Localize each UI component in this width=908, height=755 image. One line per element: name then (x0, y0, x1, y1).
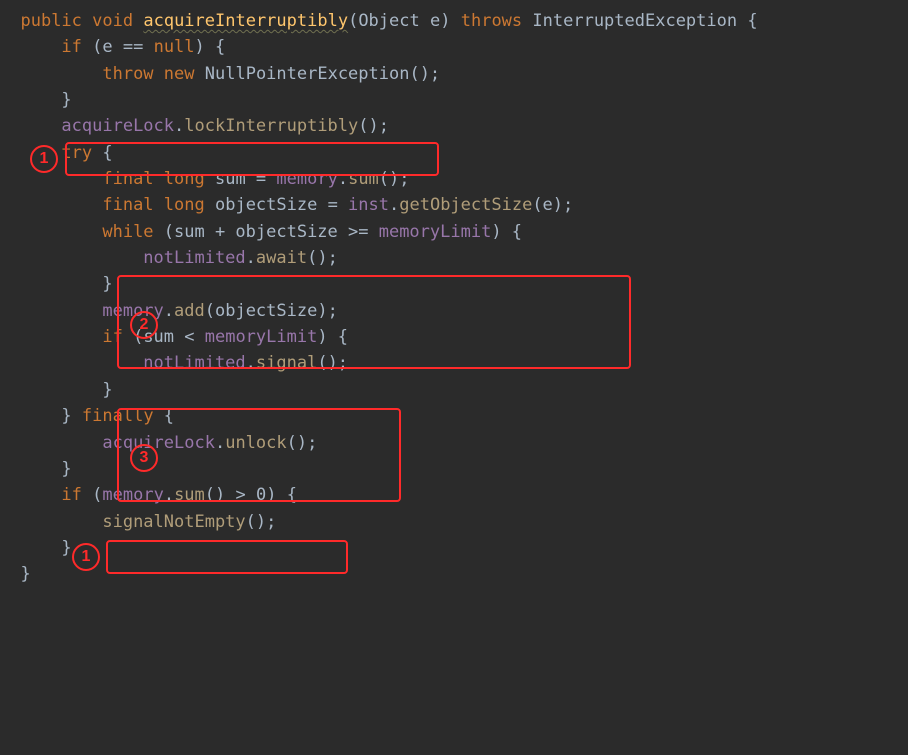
dot: . (174, 116, 184, 136)
npe: NullPointerException(); (205, 64, 440, 84)
field-notlimited: notLimited (143, 353, 245, 373)
kw-if: if (61, 485, 81, 505)
call-getobjectsize: getObjectSize (399, 195, 532, 215)
lbrace: { (154, 406, 174, 426)
kw-long: long (164, 195, 205, 215)
open: ( (82, 485, 102, 505)
field-inst: inst (348, 195, 389, 215)
kw-if: if (102, 327, 122, 347)
rbrace: } (102, 380, 112, 400)
kw-new: new (164, 64, 195, 84)
call-await: await (256, 248, 307, 268)
param-type: Object (358, 11, 419, 31)
call-lockinterruptibly: lockInterruptibly (184, 116, 358, 136)
exc-type: InterruptedException (532, 11, 737, 31)
close: ) { (317, 327, 348, 347)
mid: () > (205, 485, 256, 505)
rbrace: } (20, 564, 30, 584)
kw-while: while (102, 222, 153, 242)
end: (); (358, 116, 389, 136)
kw-long: long (164, 169, 205, 189)
end: (); (246, 512, 277, 532)
call-unlock: unlock (225, 433, 286, 453)
kw-throws: throws (461, 11, 522, 31)
rbrace: } (61, 459, 71, 479)
field-memory: memory (276, 169, 337, 189)
kw-try: try (61, 143, 92, 163)
end: (objectSize); (205, 301, 338, 321)
field-memorylimit: memoryLimit (205, 327, 318, 347)
dot: . (215, 433, 225, 453)
dot: . (389, 195, 399, 215)
rbrace: } (61, 90, 71, 110)
code-editor[interactable]: public void acquireInterruptibly(Object … (0, 0, 908, 588)
field-acquirelock: acquireLock (61, 116, 174, 136)
kw-null: null (154, 37, 195, 57)
call-add: add (174, 301, 205, 321)
var: sum = (205, 169, 277, 189)
kw-finally: finally (82, 406, 154, 426)
dot: . (164, 485, 174, 505)
kw-final: final (102, 195, 153, 215)
field-memory: memory (102, 485, 163, 505)
call-sum: sum (348, 169, 379, 189)
rbrace: } (61, 538, 71, 558)
rparen: ) (440, 11, 450, 31)
param-name: e (430, 11, 440, 31)
field-memory: memory (102, 301, 163, 321)
dot: . (338, 169, 348, 189)
kw-final: final (102, 169, 153, 189)
field-acquirelock: acquireLock (102, 433, 215, 453)
var: objectSize = (205, 195, 348, 215)
dot: . (246, 248, 256, 268)
kw-if: if (61, 37, 81, 57)
kw-public: public (20, 11, 81, 31)
close: ) { (266, 485, 297, 505)
kw-throw: throw (102, 64, 153, 84)
field-notlimited: notLimited (143, 248, 245, 268)
cond-close: ) { (195, 37, 226, 57)
end: (); (287, 433, 318, 453)
field-memorylimit: memoryLimit (379, 222, 492, 242)
call-sum: sum (174, 485, 205, 505)
call-signal: signal (256, 353, 317, 373)
open: (sum < (123, 327, 205, 347)
lbrace: { (747, 11, 757, 31)
lparen: ( (348, 11, 358, 31)
rbrace: } (102, 274, 112, 294)
end: (e); (532, 195, 573, 215)
call-signalnotempty: signalNotEmpty (102, 512, 245, 532)
method-name: acquireInterruptibly (143, 11, 348, 31)
close-try: } (61, 406, 81, 426)
dot: . (164, 301, 174, 321)
lbrace: { (92, 143, 112, 163)
cond: (e == (92, 37, 153, 57)
end: (); (317, 353, 348, 373)
close: ) { (491, 222, 522, 242)
end: (); (379, 169, 410, 189)
end: (); (307, 248, 338, 268)
open: (sum + objectSize >= (154, 222, 379, 242)
zero: 0 (256, 485, 266, 505)
dot: . (246, 353, 256, 373)
kw-void: void (92, 11, 133, 31)
